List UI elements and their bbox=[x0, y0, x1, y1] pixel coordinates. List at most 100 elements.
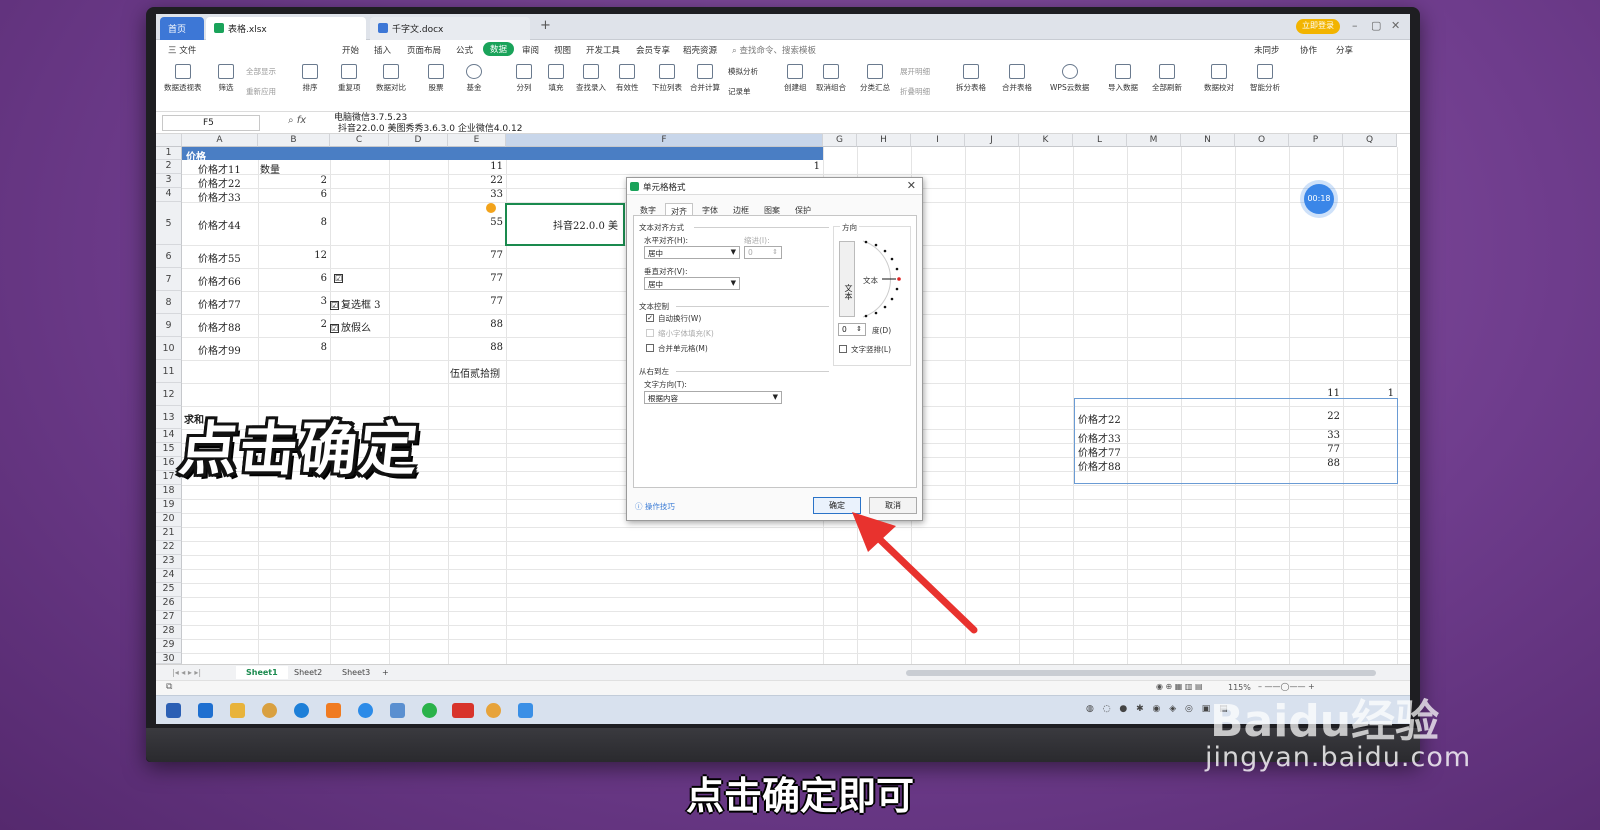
row-header-18[interactable]: 18 bbox=[156, 485, 182, 499]
duplicates-button[interactable]: 重复项 bbox=[338, 64, 361, 93]
row-header-26[interactable]: 26 bbox=[156, 597, 182, 611]
sheet-tab-2[interactable]: Sheet2 bbox=[284, 666, 332, 679]
row-header-12[interactable]: 12 bbox=[156, 383, 182, 406]
lookup-entry-button[interactable]: 查找录入 bbox=[576, 64, 606, 93]
row-header-1[interactable]: 1 bbox=[156, 147, 182, 160]
validity-button[interactable]: 有效性 bbox=[616, 64, 639, 93]
cell-f2[interactable]: 1 bbox=[776, 161, 820, 172]
cell-a9[interactable]: 价格才88 bbox=[198, 319, 241, 334]
mail-icon[interactable] bbox=[198, 703, 213, 718]
cell-a5[interactable]: 价格才44 bbox=[198, 217, 241, 232]
row-header-29[interactable]: 29 bbox=[156, 639, 182, 653]
start-icon[interactable] bbox=[166, 703, 181, 718]
menu-data[interactable]: 数据 bbox=[483, 42, 515, 56]
sync-status[interactable]: 未同步 bbox=[1254, 44, 1280, 56]
row-header-23[interactable]: 23 bbox=[156, 555, 182, 569]
col-header-k[interactable]: K bbox=[1019, 134, 1073, 147]
minimize-icon[interactable]: – bbox=[1352, 19, 1358, 32]
col-header-e[interactable]: E bbox=[448, 134, 506, 147]
fill-button[interactable]: 填充 bbox=[548, 64, 564, 93]
menu-member[interactable]: 会员专享 bbox=[636, 44, 670, 56]
add-sheet-button[interactable]: + bbox=[372, 666, 399, 679]
col-header-q[interactable]: Q bbox=[1343, 134, 1397, 147]
create-group-button[interactable]: 创建组 bbox=[784, 64, 807, 93]
indent-stepper[interactable]: 0 ⇕ bbox=[744, 246, 782, 259]
login-button[interactable]: 立即登录 bbox=[1296, 19, 1340, 34]
fund-button[interactable]: 基金 bbox=[466, 64, 482, 93]
shrink-to-fit-checkbox[interactable] bbox=[646, 329, 654, 337]
col-header-f[interactable]: F bbox=[506, 134, 823, 147]
cell-q12[interactable]: 1 bbox=[1343, 388, 1394, 399]
horizontal-align-select[interactable]: 居中 ▼ bbox=[644, 246, 740, 259]
col-header-l[interactable]: L bbox=[1073, 134, 1127, 147]
row-header-5[interactable]: 5 bbox=[156, 202, 182, 245]
row-header-7[interactable]: 7 bbox=[156, 268, 182, 291]
system-tray-icons[interactable]: ◍ ◌ ● ✱ ◉ ◈ ◎ ▣ ▤ bbox=[1086, 704, 1231, 714]
dialog-close-icon[interactable]: ✕ bbox=[907, 179, 916, 192]
cell-e7[interactable]: 77 bbox=[448, 273, 503, 284]
cell-p14[interactable]: 33 bbox=[1289, 430, 1340, 441]
tab-home[interactable]: 首页 bbox=[160, 17, 204, 40]
menu-formula[interactable]: 公式 bbox=[456, 44, 473, 56]
text-direction-select[interactable]: 根据内容 ▼ bbox=[644, 391, 782, 404]
cell-a6[interactable]: 价格才55 bbox=[198, 250, 241, 265]
wechat-icon[interactable] bbox=[422, 703, 437, 718]
col-header-i[interactable]: I bbox=[911, 134, 965, 147]
expand-detail-button[interactable]: 展开明细 折叠明细 bbox=[900, 66, 930, 97]
menu-layout[interactable]: 页面布局 bbox=[407, 44, 441, 56]
row-header-2[interactable]: 2 bbox=[156, 160, 182, 174]
collab-button[interactable]: 协作 bbox=[1300, 44, 1317, 56]
app-icon[interactable] bbox=[390, 703, 405, 718]
row-header-28[interactable]: 28 bbox=[156, 625, 182, 639]
cancel-button[interactable]: 取消 bbox=[869, 497, 917, 514]
row-header-21[interactable]: 21 bbox=[156, 527, 182, 541]
row-header-13[interactable]: 13 bbox=[156, 406, 182, 429]
col-header-a[interactable]: A bbox=[182, 134, 258, 147]
cell-e5[interactable]: 55 bbox=[448, 217, 503, 228]
app-icon[interactable] bbox=[518, 703, 533, 718]
select-all-corner[interactable] bbox=[156, 134, 182, 147]
cell-l15[interactable]: 价格才77 bbox=[1078, 444, 1121, 459]
wps-cloud-data-button[interactable]: WPS云数据 bbox=[1050, 64, 1089, 93]
cell-c7-checkbox[interactable]: ☑ bbox=[334, 273, 345, 284]
row-header-14[interactable]: 14 bbox=[156, 429, 182, 443]
cell-b10[interactable]: 8 bbox=[258, 342, 327, 353]
wrap-text-checkbox[interactable]: ✓ bbox=[646, 314, 654, 322]
cell-e3[interactable]: 22 bbox=[448, 175, 503, 186]
macro-icon[interactable]: ⧉ bbox=[166, 682, 172, 692]
close-icon[interactable]: ✕ bbox=[1391, 19, 1400, 32]
row-header-19[interactable]: 19 bbox=[156, 499, 182, 513]
pivot-table-button[interactable]: 数据透视表 bbox=[164, 64, 202, 93]
fx-icon[interactable]: fx bbox=[297, 115, 306, 126]
vertical-text-checkbox[interactable] bbox=[839, 345, 847, 353]
col-header-h[interactable]: H bbox=[857, 134, 911, 147]
import-data-button[interactable]: 导入数据 bbox=[1108, 64, 1138, 93]
cell-b4[interactable]: 6 bbox=[258, 189, 327, 200]
cell-e11[interactable]: 伍佰贰拾捌 bbox=[450, 365, 500, 380]
menu-file[interactable]: 三 文件 bbox=[168, 44, 196, 56]
col-header-b[interactable]: B bbox=[258, 134, 330, 147]
sheet-tab-1[interactable]: Sheet1 bbox=[236, 666, 288, 679]
row-header-9[interactable]: 9 bbox=[156, 314, 182, 337]
row-header-4[interactable]: 4 bbox=[156, 188, 182, 202]
dropdown-list-button[interactable]: 下拉列表 bbox=[652, 64, 682, 93]
sheet-nav-icon[interactable]: |◂ ◂ ▸ ▸| bbox=[162, 666, 211, 679]
cell-b2[interactable]: 数量 bbox=[260, 161, 280, 176]
cell-a8[interactable]: 价格才77 bbox=[198, 296, 241, 311]
app-icon[interactable] bbox=[486, 703, 501, 718]
cell-e9[interactable]: 88 bbox=[448, 319, 503, 330]
filter-button[interactable]: 筛选 bbox=[218, 64, 234, 93]
cell-a10[interactable]: 价格才99 bbox=[198, 342, 241, 357]
menu-insert[interactable]: 插入 bbox=[374, 44, 391, 56]
cell-a3[interactable]: 价格才22 bbox=[198, 175, 241, 190]
smart-analysis-button[interactable]: 智能分析 bbox=[1250, 64, 1280, 93]
cell-a7[interactable]: 价格才66 bbox=[198, 273, 241, 288]
cell-l13[interactable]: 价格才22 bbox=[1078, 411, 1121, 426]
selected-cell-f5[interactable]: 抖音22.0.0 美 bbox=[505, 203, 625, 246]
cell-e10[interactable]: 88 bbox=[448, 342, 503, 353]
row-header-3[interactable]: 3 bbox=[156, 174, 182, 188]
edge-icon[interactable] bbox=[294, 703, 309, 718]
cell-e8[interactable]: 77 bbox=[448, 296, 503, 307]
cell-b9[interactable]: 2 bbox=[258, 319, 327, 330]
row-header-27[interactable]: 27 bbox=[156, 611, 182, 625]
